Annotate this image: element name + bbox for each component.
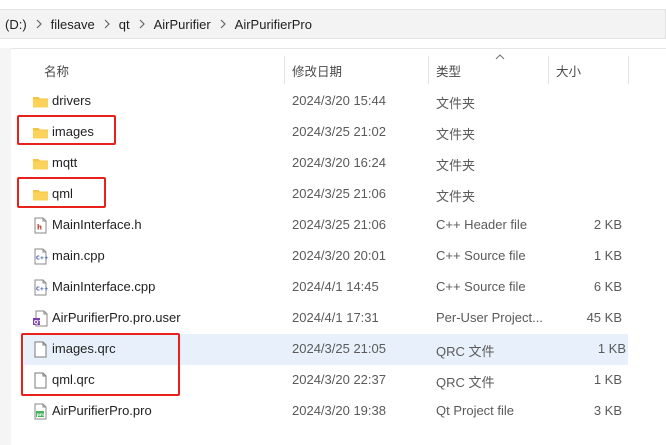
file-type: 文件夹 bbox=[436, 158, 476, 173]
column-divider[interactable] bbox=[428, 56, 429, 84]
chevron-right-icon[interactable] bbox=[98, 19, 116, 29]
file-row[interactable]: mqtt 2024/3/20 16:24 文件夹 bbox=[24, 148, 624, 179]
file-name: MainInterface.cpp bbox=[52, 279, 156, 294]
file-size: 3 KB bbox=[593, 403, 622, 418]
svg-text:pro: pro bbox=[37, 412, 46, 418]
column-header-name[interactable]: 名称 bbox=[44, 61, 69, 80]
file-name: MainInterface.h bbox=[52, 217, 142, 232]
file-date: 2024/3/20 15:44 bbox=[292, 93, 386, 108]
file-type: C++ Header file bbox=[436, 217, 528, 232]
breadcrumb-qt[interactable]: qt bbox=[116, 17, 133, 32]
svg-text:QT: QT bbox=[34, 320, 43, 326]
annotation-highlight-qml bbox=[17, 177, 106, 208]
file-type: C++ Source file bbox=[436, 248, 526, 263]
svg-text:C++: C++ bbox=[36, 287, 49, 293]
column-divider[interactable] bbox=[628, 56, 629, 84]
file-name: main.cpp bbox=[52, 248, 105, 263]
breadcrumb-airpurifierpro[interactable]: AirPurifierPro bbox=[232, 17, 315, 32]
annotation-highlight-images bbox=[17, 115, 116, 145]
qt-project-file-icon: pro bbox=[32, 403, 49, 420]
file-name: AirPurifierPro.pro bbox=[52, 403, 152, 418]
breadcrumb: (D:) filesave qt AirPurifier AirPurifier… bbox=[0, 9, 666, 39]
file-type: 文件夹 bbox=[436, 127, 476, 142]
column-header-date[interactable]: 修改日期 bbox=[292, 61, 342, 80]
file-size: 1 KB bbox=[593, 248, 622, 263]
file-date: 2024/3/25 21:05 bbox=[292, 341, 386, 356]
column-header-size[interactable]: 大小 bbox=[556, 61, 581, 80]
file-date: 2024/4/1 17:31 bbox=[292, 310, 379, 325]
folder-icon bbox=[32, 93, 49, 110]
file-row[interactable]: pro AirPurifierPro.pro 2024/3/20 19:38 Qt P… bbox=[24, 396, 624, 427]
file-name: AirPurifierPro.pro.user bbox=[52, 310, 181, 325]
file-date: 2024/3/25 21:06 bbox=[292, 186, 386, 201]
cpp-source-file-icon: C++ bbox=[32, 279, 49, 296]
breadcrumb-filesave[interactable]: filesave bbox=[48, 17, 98, 32]
file-date: 2024/3/20 20:01 bbox=[292, 248, 386, 263]
file-row[interactable]: C++ MainInterface.cpp 2024/4/1 14:45 C++ So… bbox=[24, 272, 624, 303]
cpp-source-file-icon: C++ bbox=[32, 248, 49, 265]
svg-text:C++: C++ bbox=[36, 256, 49, 262]
file-row[interactable]: qml 2024/3/25 21:06 文件夹 bbox=[24, 179, 624, 210]
file-size: 2 KB bbox=[593, 217, 622, 232]
file-date: 2024/3/20 19:38 bbox=[292, 403, 386, 418]
file-type: C++ Source file bbox=[436, 279, 526, 294]
file-row[interactable]: C++ main.cpp 2024/3/20 20:01 C++ Source fil… bbox=[24, 241, 624, 272]
chevron-right-icon[interactable] bbox=[214, 19, 232, 29]
file-type: Per-User Project... bbox=[436, 310, 543, 325]
column-header: 名称 修改日期 类型 大小 bbox=[11, 48, 666, 88]
file-size: 6 KB bbox=[593, 279, 622, 294]
address-bar[interactable]: (D:) filesave qt AirPurifier AirPurifier… bbox=[0, 0, 666, 49]
qt-user-file-icon: QT bbox=[32, 310, 49, 327]
file-type: 文件夹 bbox=[436, 96, 476, 111]
file-name: mqtt bbox=[52, 155, 78, 170]
file-list: 名称 修改日期 类型 大小 drivers 2024/3/20 15:44 文件夹 i… bbox=[0, 48, 666, 445]
file-row[interactable]: drivers 2024/3/20 15:44 文件夹 bbox=[24, 86, 624, 117]
file-type: Qt Project file bbox=[436, 403, 515, 418]
breadcrumb-airpurifier[interactable]: AirPurifier bbox=[151, 17, 214, 32]
file-size: 45 KB bbox=[586, 310, 622, 325]
file-type: QRC 文件 bbox=[436, 344, 495, 359]
file-row[interactable]: h MainInterface.h 2024/3/25 21:06 C++ Heade… bbox=[24, 210, 624, 241]
navigation-pane-edge bbox=[0, 48, 11, 445]
cpp-header-file-icon: h bbox=[32, 217, 49, 234]
svg-text:h: h bbox=[37, 224, 42, 232]
chevron-right-icon[interactable] bbox=[30, 19, 48, 29]
file-size: 1 KB bbox=[593, 372, 622, 387]
file-name: drivers bbox=[52, 93, 92, 108]
file-date: 2024/4/1 14:45 bbox=[292, 279, 379, 294]
file-date: 2024/3/25 21:02 bbox=[292, 124, 386, 139]
annotation-highlight-qrc-files bbox=[21, 333, 180, 396]
chevron-right-icon[interactable] bbox=[133, 19, 151, 29]
column-header-type[interactable]: 类型 bbox=[436, 61, 461, 80]
file-date: 2024/3/20 22:37 bbox=[292, 372, 386, 387]
sort-ascending-icon bbox=[495, 54, 505, 60]
file-date: 2024/3/20 16:24 bbox=[292, 155, 386, 170]
column-divider[interactable] bbox=[284, 56, 285, 84]
file-type: QRC 文件 bbox=[436, 375, 495, 390]
file-type: 文件夹 bbox=[436, 189, 476, 204]
file-row[interactable]: QT AirPurifierPro.pro.user 2024/4/1 17:31 P… bbox=[24, 303, 624, 334]
folder-icon bbox=[32, 155, 49, 172]
breadcrumb-drive[interactable]: (D:) bbox=[2, 17, 30, 32]
file-size: 1 KB bbox=[597, 341, 626, 356]
file-date: 2024/3/25 21:06 bbox=[292, 217, 386, 232]
column-divider[interactable] bbox=[548, 56, 549, 84]
